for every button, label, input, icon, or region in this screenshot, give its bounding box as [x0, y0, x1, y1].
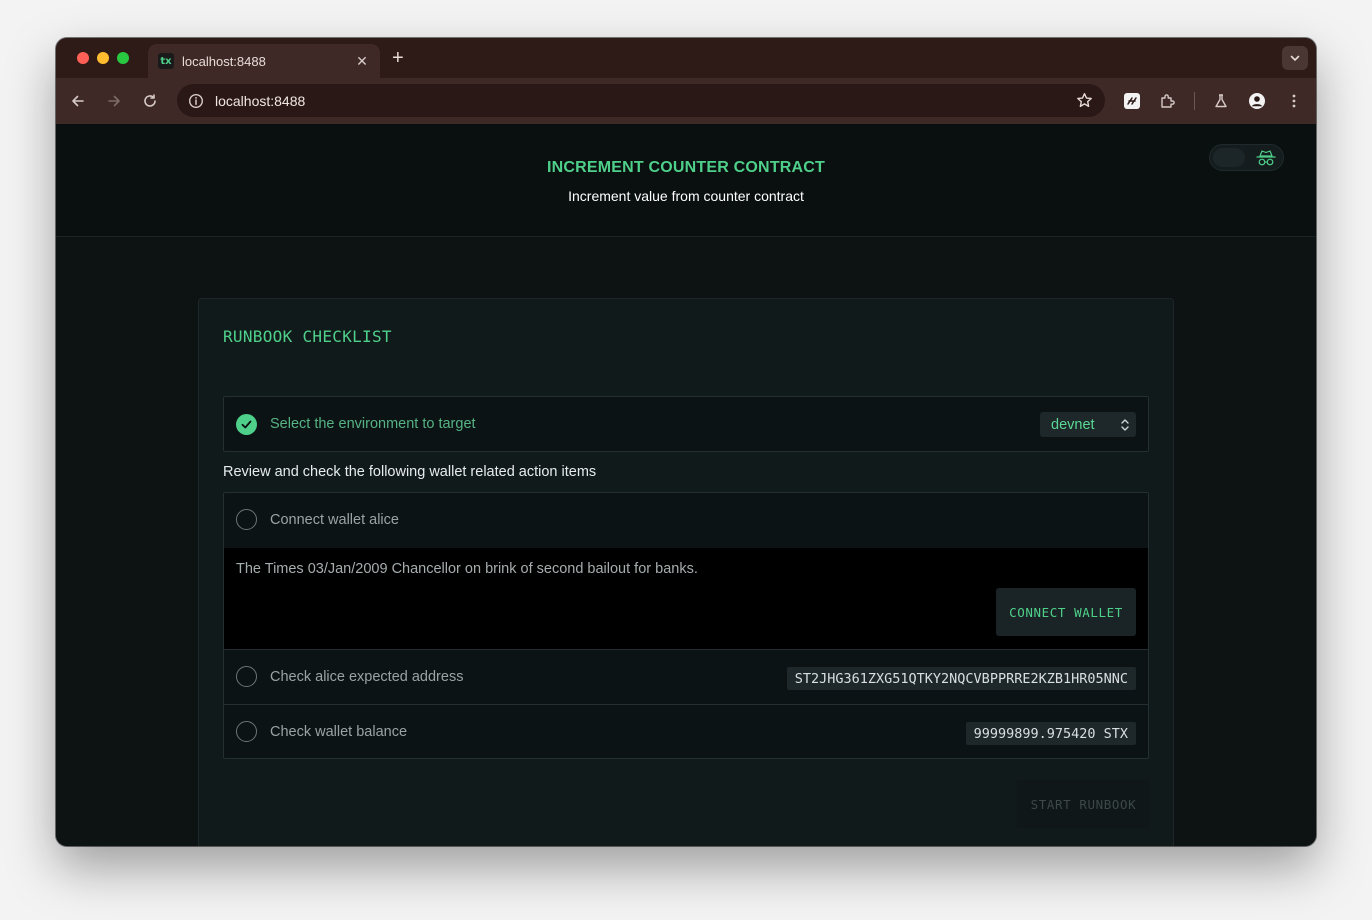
tab-search-button[interactable]	[1282, 46, 1308, 70]
profile-avatar-icon[interactable]	[1246, 90, 1268, 112]
browser-toolbar: localhost:8488	[56, 78, 1316, 124]
bookmark-star-icon[interactable]	[1069, 89, 1099, 113]
extensions-puzzle-icon[interactable]	[1157, 90, 1179, 112]
connect-wallet-label: Connect wallet alice	[270, 512, 399, 528]
checked-circle-icon[interactable]	[236, 414, 257, 435]
more-menu-icon[interactable]	[1283, 90, 1305, 112]
tab-favicon-icon: tx	[158, 53, 174, 69]
toggle-knob	[1213, 148, 1245, 167]
unchecked-circle-icon[interactable]	[236, 509, 257, 530]
check-address-label: Check alice expected address	[270, 669, 464, 685]
environment-select-value: devnet	[1051, 416, 1095, 433]
unchecked-circle-icon[interactable]	[236, 721, 257, 742]
url-text[interactable]: localhost:8488	[215, 93, 1069, 109]
incognito-hat-icon	[1255, 148, 1277, 168]
wallet-balance-value: 99999899.975420 STX	[965, 722, 1136, 745]
connect-wallet-panel: The Times 03/Jan/2009 Chancellor on brin…	[224, 548, 1148, 649]
chevron-down-icon	[1290, 55, 1300, 62]
page-title: INCREMENT COUNTER CONTRACT	[546, 159, 826, 176]
address-bar[interactable]: localhost:8488	[177, 84, 1105, 117]
minimize-window-button[interactable]	[97, 52, 109, 64]
check-balance-row: Check wallet balance 99999899.975420 STX	[224, 704, 1148, 758]
unchecked-circle-icon[interactable]	[236, 666, 257, 687]
checklist-title: RUNBOOK CHECKLIST	[223, 327, 392, 346]
arrow-left-icon	[72, 95, 84, 107]
browser-tab[interactable]: tx localhost:8488 ✕	[148, 44, 380, 78]
check-address-row: Check alice expected address ST2JHG361ZX…	[224, 649, 1148, 704]
site-info-icon[interactable]	[187, 92, 205, 110]
expected-address-value: ST2JHG361ZXG51QTKY2NQCVBPPRRE2KZB1HR05NN…	[786, 667, 1136, 690]
theme-toggle[interactable]	[1209, 144, 1284, 171]
arrow-right-icon	[108, 95, 120, 107]
check-balance-label: Check wallet balance	[270, 724, 408, 740]
tab-strip: tx localhost:8488 ✕ +	[56, 38, 1316, 78]
connect-wallet-button[interactable]: CONNECT WALLET	[996, 588, 1136, 636]
page-header: INCREMENT COUNTER CONTRACT Increment val…	[56, 124, 1316, 237]
toolbar-divider	[1194, 92, 1195, 110]
browser-window: tx localhost:8488 ✕ + localhost:8488 INC…	[56, 38, 1316, 846]
wallet-action-items: Connect wallet alice The Times 03/Jan/20…	[223, 492, 1149, 759]
labs-flask-icon[interactable]	[1210, 90, 1232, 112]
review-instruction: Review and check the following wallet re…	[223, 464, 597, 480]
maximize-window-button[interactable]	[117, 52, 129, 64]
connect-wallet-message: The Times 03/Jan/2009 Chancellor on brin…	[236, 561, 698, 577]
environment-row: Select the environment to target devnet	[223, 396, 1149, 452]
close-window-button[interactable]	[77, 52, 89, 64]
environment-label: Select the environment to target	[270, 416, 476, 432]
tab-title: localhost:8488	[182, 53, 266, 69]
forward-button[interactable]	[103, 90, 125, 112]
reload-button[interactable]	[139, 90, 161, 112]
connect-wallet-row: Connect wallet alice	[224, 493, 1148, 548]
new-tab-button[interactable]: +	[392, 47, 404, 69]
reload-icon	[144, 94, 156, 107]
web-page: INCREMENT COUNTER CONTRACT Increment val…	[56, 124, 1316, 846]
back-button[interactable]	[67, 90, 89, 112]
start-runbook-button[interactable]: START RUNBOOK	[1017, 780, 1150, 828]
environment-select[interactable]: devnet	[1040, 412, 1136, 437]
tab-close-icon[interactable]: ✕	[354, 53, 370, 70]
page-subtitle: Increment value from counter contract	[568, 188, 804, 204]
chevron-up-down-icon	[1114, 416, 1136, 434]
extension-app-icon[interactable]	[1121, 90, 1143, 112]
runbook-checklist-card: RUNBOOK CHECKLIST Select the environment…	[198, 298, 1174, 846]
